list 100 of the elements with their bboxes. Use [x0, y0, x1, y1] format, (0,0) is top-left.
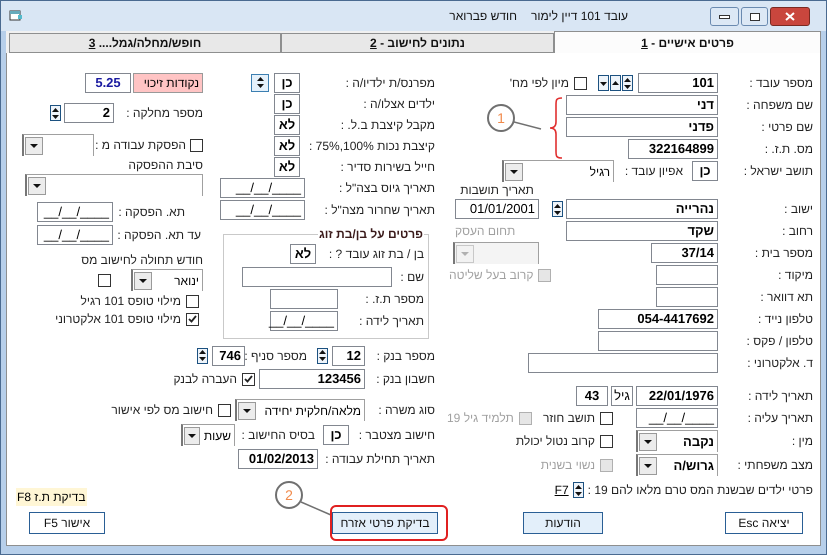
dropdown[interactable]: גרוש/ה	[636, 454, 718, 476]
checkbox[interactable]	[218, 404, 231, 416]
text-field[interactable]: 43	[576, 386, 608, 406]
checkbox[interactable]	[186, 312, 199, 326]
text-field[interactable]: כן	[274, 94, 300, 114]
field-label: מילוי טופס 101 רגיל	[80, 293, 181, 310]
text-field[interactable]: לא	[274, 114, 300, 134]
dialog-button[interactable]: בדיקת פרטי אזרח	[332, 512, 438, 534]
caret-icon	[644, 464, 652, 468]
checkbox[interactable]	[600, 434, 613, 448]
text-field[interactable]: 2	[64, 103, 114, 123]
spin-button[interactable]	[317, 348, 328, 364]
dropdown[interactable]: מלאה/חלקית יחידה	[235, 399, 365, 421]
window-title: עובד 101 דיין לימור	[531, 8, 628, 25]
field-label: עד תא. הפסקה :	[116, 226, 202, 244]
date-field[interactable]: 22/01/1976	[636, 386, 718, 406]
field-label: טלפון נייד :	[756, 311, 813, 328]
date-field[interactable]: __/__/____	[37, 202, 113, 222]
text-field[interactable]	[242, 266, 392, 286]
date-field[interactable]: __/__/____	[220, 178, 305, 198]
text-field[interactable]: 054-4417692	[598, 309, 718, 329]
field-label: סיבת ההפסקה	[128, 157, 203, 174]
spin-button[interactable]	[572, 482, 584, 498]
spin-button[interactable]	[610, 75, 621, 91]
field-label: רחוב :	[781, 223, 813, 240]
leader-line	[514, 121, 542, 131]
checkbox[interactable]	[600, 412, 613, 424]
text-field[interactable]: כן	[274, 72, 300, 92]
text-field[interactable]: 123456	[259, 369, 365, 389]
field-label: שם פרטי :	[760, 119, 813, 136]
date-field[interactable]: __/__/____	[220, 200, 305, 220]
text-field[interactable]: כן	[692, 161, 718, 181]
dialog-button[interactable]: הודעות	[523, 512, 603, 534]
spin-button[interactable]	[598, 75, 609, 91]
spin-button[interactable]	[251, 74, 269, 92]
text-field[interactable]: נהרייה	[566, 199, 718, 219]
dialog-button[interactable]: אישור F5	[29, 512, 105, 534]
field-label: קרוב בעל שליטה	[449, 267, 534, 284]
text-field[interactable]: 746	[212, 346, 245, 366]
maximize-button[interactable]	[741, 7, 768, 26]
text-field[interactable]: 322164899	[628, 139, 718, 159]
text-field[interactable]: שקד	[566, 221, 718, 241]
dropdown[interactable]: נקבה	[636, 430, 718, 452]
dialog-button[interactable]: יציאה Esc	[725, 512, 803, 534]
minimize-button[interactable]	[710, 7, 739, 26]
up-down-arrows-icon	[319, 350, 326, 361]
text-field[interactable]	[656, 287, 718, 307]
text-field[interactable]: לא	[274, 136, 300, 156]
caret-icon	[139, 278, 147, 282]
checkbox[interactable]	[98, 274, 111, 286]
spin-button[interactable]	[197, 348, 208, 364]
spin-button[interactable]	[552, 201, 563, 217]
text-field[interactable]	[598, 331, 718, 351]
dropdown[interactable]: ינואר	[131, 269, 203, 291]
text-field[interactable]: לא	[290, 244, 316, 264]
checkbox[interactable]	[242, 372, 255, 386]
caret-icon	[243, 408, 251, 412]
field-label: טלפון / פקס :	[746, 333, 813, 350]
date-field[interactable]: __/__/____	[37, 224, 113, 244]
text-field[interactable]: 101	[638, 73, 718, 93]
text-field[interactable]: 37/14	[651, 243, 718, 263]
text-field[interactable]: 12	[332, 346, 365, 366]
field-label: מין :	[790, 433, 813, 450]
dropdown[interactable]: רגיל	[502, 160, 614, 182]
dropdown[interactable]	[22, 134, 94, 156]
field-label: פרטי ילדים שבשנת המס טרם מלאו להם 19 :	[588, 482, 813, 499]
group-title: פרטים על בן/בת זוג	[318, 226, 424, 243]
dropdown[interactable]: שעות	[181, 424, 235, 446]
spin-button[interactable]	[50, 105, 61, 121]
field-label: תושב חוזר	[543, 410, 595, 427]
field-label: נשוי בשנית	[540, 457, 595, 474]
hotkey-link[interactable]: F7	[554, 481, 569, 499]
field-label: תושב ישראל :	[742, 163, 813, 180]
dropdown[interactable]	[25, 174, 203, 196]
checkbox[interactable]	[186, 294, 199, 308]
field-label: בן / בת זוג עובד ? :	[328, 246, 424, 263]
credit-points-badge: נקודות זיכוי	[133, 73, 203, 93]
close-button[interactable]	[770, 7, 810, 26]
date-field[interactable]: __/__/____	[270, 311, 338, 331]
text-field[interactable]: לא	[274, 156, 300, 176]
field-label: חשבון בנק :	[375, 371, 435, 388]
field-label: שם :	[399, 268, 424, 286]
up-down-arrows-icon	[256, 77, 264, 88]
date-field[interactable]: 01/01/2001	[455, 199, 539, 219]
date-field[interactable]: __/__/____	[636, 408, 718, 428]
checkbox[interactable]	[574, 76, 587, 90]
field-label: תלמיד גיל 19	[447, 410, 514, 427]
text-field[interactable]: כן	[323, 425, 349, 445]
spin-button[interactable]	[622, 75, 633, 91]
date-field[interactable]: 01/02/2013	[238, 448, 318, 468]
text-field[interactable]	[656, 265, 718, 285]
field-label: מילוי טופס 101 אלקטרוני	[55, 311, 181, 328]
text-field[interactable]: פדני	[566, 117, 718, 137]
checkbox[interactable]	[190, 138, 203, 152]
caret-icon	[33, 184, 41, 188]
text-field[interactable]: 5.25	[85, 73, 131, 93]
text-field[interactable]	[528, 353, 718, 373]
age-label[interactable]: גיל	[611, 386, 633, 406]
text-field[interactable]: דני	[566, 95, 718, 115]
text-field[interactable]	[270, 289, 338, 309]
